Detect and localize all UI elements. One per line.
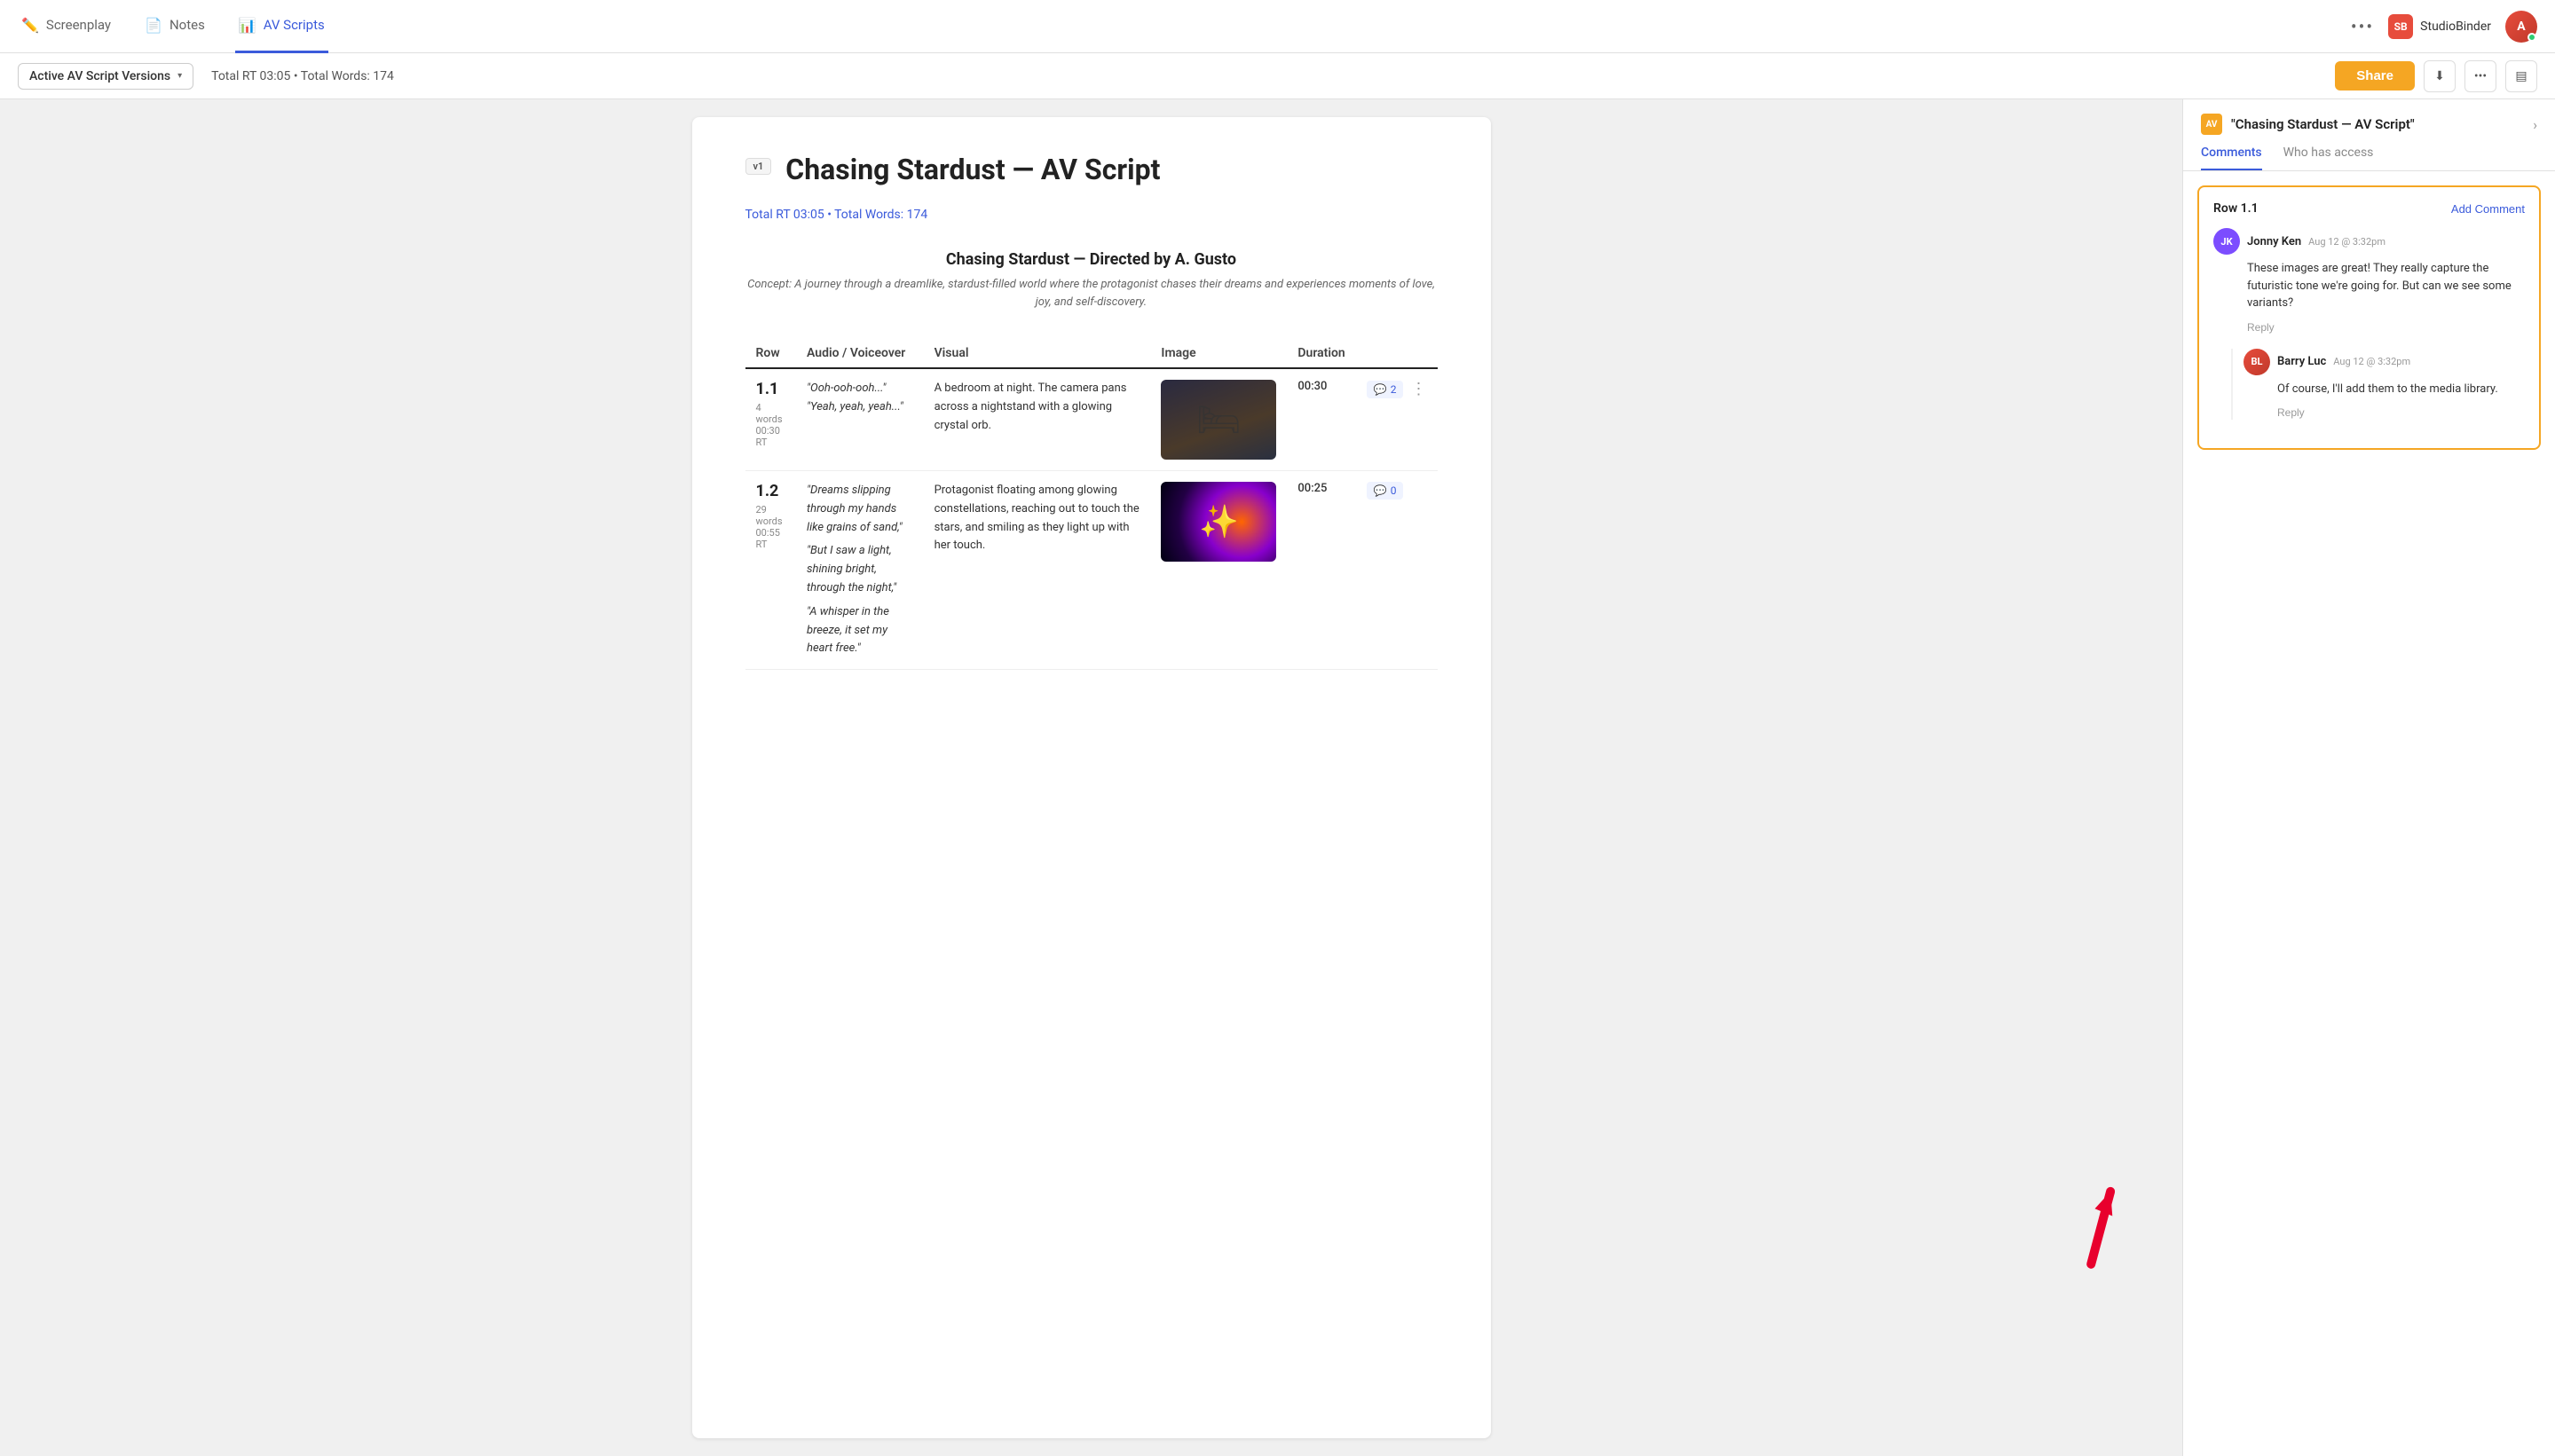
actions-cell-1: 💬 2 ⋮ bbox=[1356, 368, 1438, 471]
comment-text: These images are great! They really capt… bbox=[2213, 260, 2525, 312]
reply-button-barry[interactable]: Reply bbox=[2244, 406, 2305, 419]
actions-cell-2: 💬 0 bbox=[1356, 471, 1438, 670]
comment-timestamp-barry: Aug 12 @ 3:32pm bbox=[2333, 356, 2410, 367]
reply-indent: BL Barry Luc Aug 12 @ 3:32pm Of course, … bbox=[2231, 349, 2525, 421]
studio-binder-label: StudioBinder bbox=[2420, 20, 2491, 34]
comment-icon: 💬 bbox=[1374, 383, 1387, 396]
col-header-audio: Audio / Voiceover bbox=[796, 339, 924, 368]
script-paper: v1 Chasing Stardust — AV Script Total RT… bbox=[692, 117, 1491, 1438]
rt-total-info: Total RT 03:05 • Total Words: 174 bbox=[211, 69, 394, 83]
script-subtitle: Chasing Stardust — Directed by A. Gusto bbox=[745, 250, 1438, 269]
col-header-visual: Visual bbox=[924, 339, 1151, 368]
add-comment-button[interactable]: Add Comment bbox=[2451, 202, 2525, 216]
nav-right: ••• SB StudioBinder A bbox=[2351, 11, 2537, 43]
tab-screenplay-label: Screenplay bbox=[46, 17, 111, 33]
version-dropdown[interactable]: Active AV Script Versions ▾ bbox=[18, 63, 193, 90]
visual-cell-2: Protagonist floating among glowing const… bbox=[924, 471, 1151, 670]
image-cell-2[interactable] bbox=[1150, 471, 1287, 670]
studio-binder-button[interactable]: SB StudioBinder bbox=[2388, 14, 2491, 39]
row-label: Row 1.1 bbox=[2213, 201, 2259, 216]
toolbar: Active AV Script Versions ▾ Total RT 03:… bbox=[0, 53, 2555, 99]
comment-badge-1[interactable]: 💬 2 bbox=[1367, 381, 1404, 398]
script-meta: Total RT 03:05 • Total Words: 174 bbox=[745, 208, 1438, 222]
table-row: 1.2 29 words 00:55 RT "Dreams slipping t… bbox=[745, 471, 1438, 670]
row-number-cell-2: 1.2 29 words 00:55 RT bbox=[745, 471, 797, 670]
script-subtitle-title: Chasing Stardust — Directed by A. Gusto bbox=[745, 250, 1438, 269]
sidebar-icon: ▤ bbox=[2515, 69, 2527, 83]
space-thumbnail[interactable] bbox=[1161, 482, 1276, 562]
main-layout: v1 Chasing Stardust — AV Script Total RT… bbox=[0, 99, 2555, 1456]
panel-header: AV "Chasing Stardust — AV Script" › Comm… bbox=[2183, 99, 2555, 171]
panel-title: "Chasing Stardust — AV Script" bbox=[2231, 116, 2415, 132]
download-button[interactable]: ⬇ bbox=[2424, 60, 2456, 92]
audio-cell-1: "Ooh-ooh-ooh..." "Yeah, yeah, yeah..." bbox=[796, 368, 924, 471]
comments-body: Row 1.1 Add Comment JK Jonny Ken Aug 12 … bbox=[2183, 171, 2555, 1456]
toolbar-right: Share ⬇ ••• ▤ bbox=[2335, 60, 2537, 92]
download-icon: ⬇ bbox=[2434, 69, 2445, 83]
tab-screenplay[interactable]: ✏️ Screenplay bbox=[18, 0, 114, 53]
chevron-down-icon: ▾ bbox=[177, 71, 182, 81]
script-header: v1 Chasing Stardust — AV Script bbox=[745, 153, 1438, 186]
more-options-button[interactable]: ••• bbox=[2464, 60, 2496, 92]
sidebar-toggle-button[interactable]: ▤ bbox=[2505, 60, 2537, 92]
tab-who-has-access[interactable]: Who has access bbox=[2283, 146, 2374, 170]
more-options-icon: ••• bbox=[2474, 69, 2487, 83]
comment-badge-2[interactable]: 💬 0 bbox=[1367, 482, 1404, 500]
commenter-avatar-jonny: JK bbox=[2213, 228, 2240, 255]
top-nav: ✏️ Screenplay 📄 Notes 📊 AV Scripts ••• S… bbox=[0, 0, 2555, 53]
script-title: Chasing Stardust — AV Script bbox=[785, 153, 1160, 186]
comment-text-barry: Of course, I'll add them to the media li… bbox=[2244, 381, 2525, 398]
col-header-image: Image bbox=[1150, 339, 1287, 368]
visual-cell-1: A bedroom at night. The camera pans acro… bbox=[924, 368, 1151, 471]
bedroom-thumbnail[interactable] bbox=[1161, 380, 1276, 460]
comment-item: JK Jonny Ken Aug 12 @ 3:32pm These image… bbox=[2213, 228, 2525, 334]
row-more-button-1[interactable]: ⋮ bbox=[1410, 380, 1426, 398]
duration-cell-1: 00:30 bbox=[1287, 368, 1355, 471]
row-number-cell: 1.1 4 words 00:30 RT bbox=[745, 368, 797, 471]
panel-logo: AV bbox=[2201, 114, 2222, 135]
comment-icon-2: 💬 bbox=[1374, 484, 1387, 497]
comment-section-row-1: Row 1.1 Add Comment JK Jonny Ken Aug 12 … bbox=[2197, 185, 2541, 450]
script-area: v1 Chasing Stardust — AV Script Total RT… bbox=[0, 99, 2182, 1456]
comment-item-reply: BL Barry Luc Aug 12 @ 3:32pm Of course, … bbox=[2244, 349, 2525, 421]
studio-binder-logo: SB bbox=[2388, 14, 2413, 39]
notes-icon: 📄 bbox=[145, 17, 162, 34]
online-indicator bbox=[2527, 33, 2536, 42]
commenter-name-barry: Barry Luc bbox=[2277, 355, 2326, 368]
tab-notes-label: Notes bbox=[170, 17, 205, 33]
av-script-table: Row Audio / Voiceover Visual Image Durat… bbox=[745, 339, 1438, 670]
tab-av-scripts[interactable]: 📊 AV Scripts bbox=[235, 0, 328, 53]
version-badge: v1 bbox=[745, 158, 772, 175]
right-panel: AV "Chasing Stardust — AV Script" › Comm… bbox=[2182, 99, 2555, 1456]
panel-close-button[interactable]: › bbox=[2533, 116, 2537, 133]
comment-timestamp: Aug 12 @ 3:32pm bbox=[2308, 236, 2385, 248]
reply-button[interactable]: Reply bbox=[2213, 321, 2275, 334]
col-header-row: Row bbox=[745, 339, 797, 368]
audio-cell-2: "Dreams slipping through my hands like g… bbox=[796, 471, 924, 670]
share-button[interactable]: Share bbox=[2335, 61, 2415, 91]
duration-cell-2: 00:25 bbox=[1287, 471, 1355, 670]
tab-av-scripts-label: AV Scripts bbox=[264, 17, 325, 33]
commenter-name: Jonny Ken bbox=[2247, 235, 2301, 248]
av-scripts-icon: 📊 bbox=[239, 17, 256, 34]
user-avatar[interactable]: A bbox=[2505, 11, 2537, 43]
tab-notes[interactable]: 📄 Notes bbox=[141, 0, 209, 53]
panel-tabs: Comments Who has access bbox=[2201, 146, 2537, 170]
version-dropdown-label: Active AV Script Versions bbox=[29, 69, 170, 83]
script-subtitle-concept: Concept: A journey through a dreamlike, … bbox=[745, 276, 1438, 311]
image-cell-1[interactable] bbox=[1150, 368, 1287, 471]
screenplay-icon: ✏️ bbox=[21, 17, 39, 34]
nav-more-button[interactable]: ••• bbox=[2351, 16, 2374, 37]
col-header-duration: Duration bbox=[1287, 339, 1355, 368]
tab-comments[interactable]: Comments bbox=[2201, 146, 2262, 170]
commenter-avatar-barry: BL bbox=[2244, 349, 2270, 375]
table-row: 1.1 4 words 00:30 RT "Ooh-ooh-ooh..." "Y… bbox=[745, 368, 1438, 471]
